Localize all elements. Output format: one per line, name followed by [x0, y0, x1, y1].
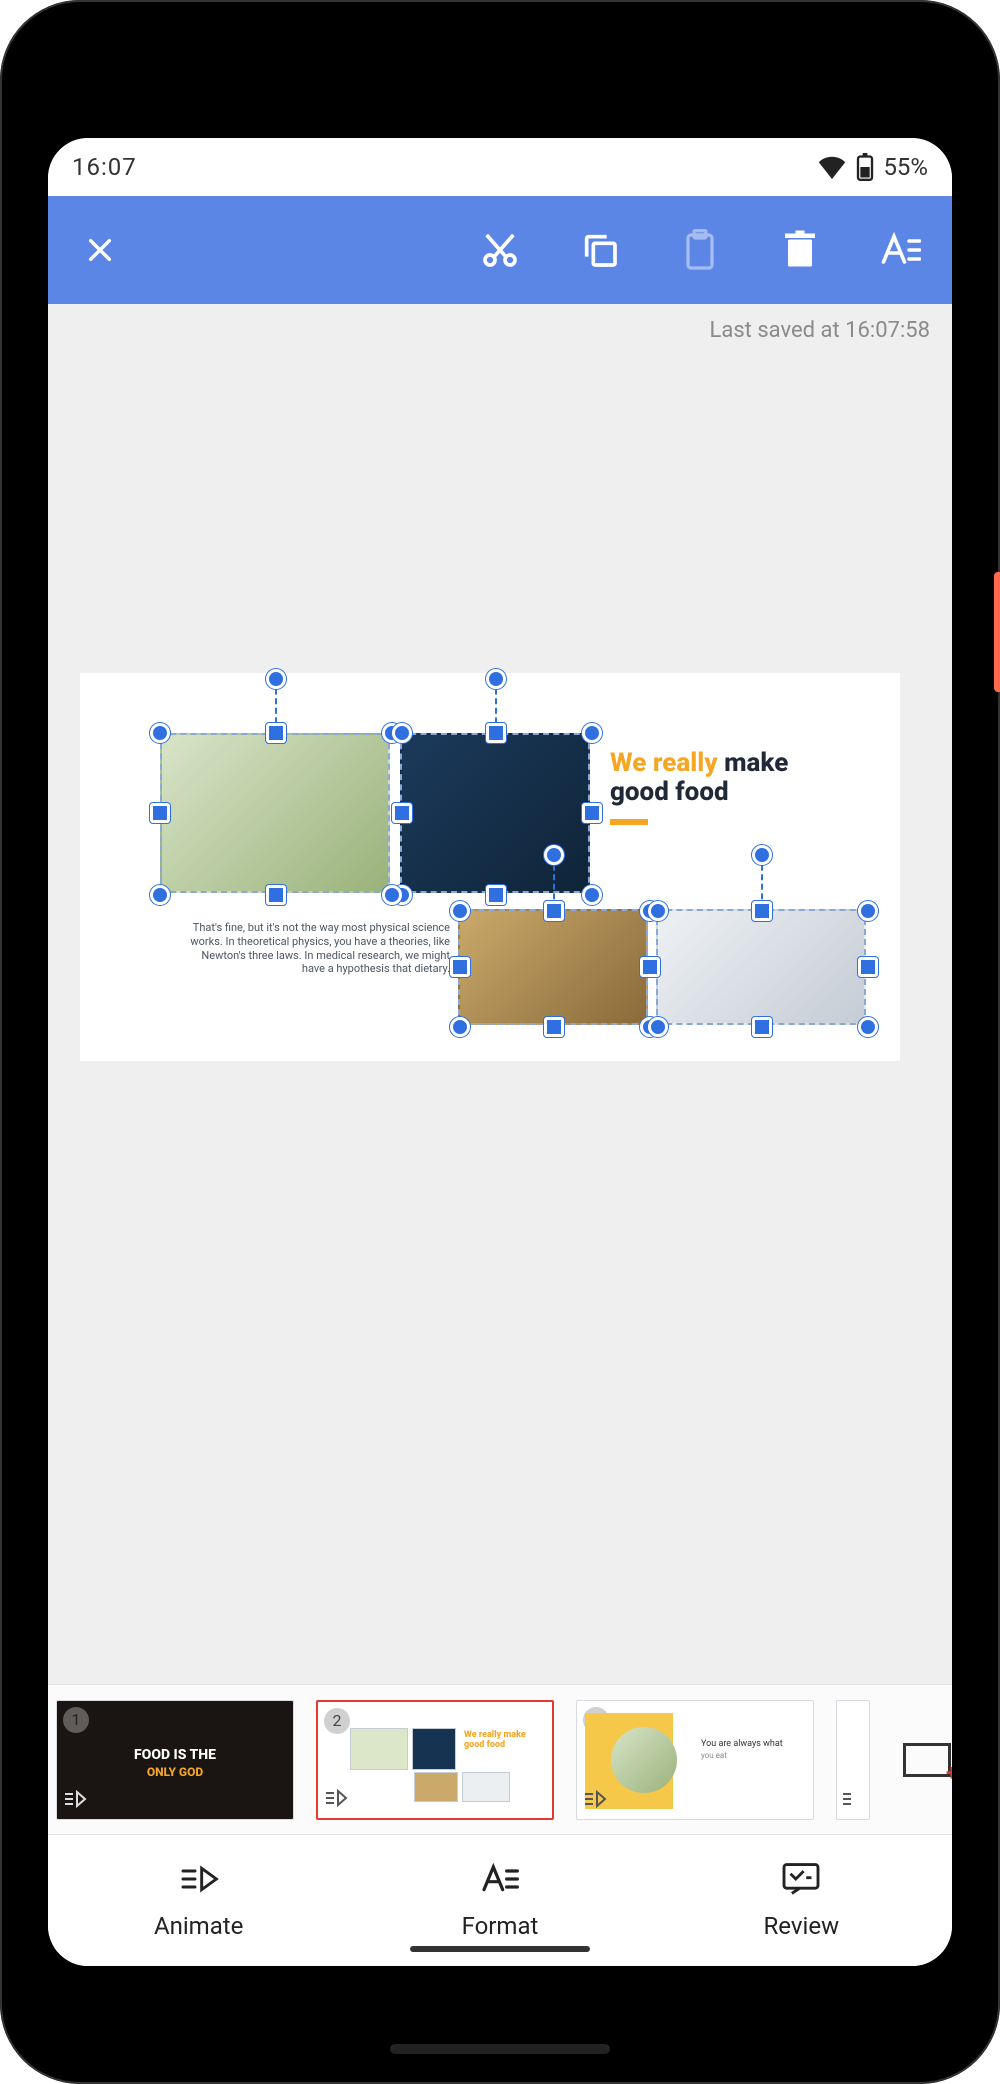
- thumb-number: 2: [324, 1708, 350, 1734]
- rotation-handle[interactable]: [266, 669, 286, 689]
- power-button-accent: [994, 572, 1000, 692]
- animate-icon: [179, 1862, 219, 1902]
- resize-handle[interactable]: [266, 723, 286, 743]
- format-label: Format: [462, 1912, 539, 1940]
- editor-toolbar: [48, 196, 952, 304]
- slide-image-4[interactable]: [656, 909, 866, 1025]
- text-format-button[interactable]: [878, 228, 922, 272]
- thumb-circle-image: [611, 1727, 677, 1793]
- slide-thumb-1[interactable]: 1 FOOD IS THE ONLY GOD: [56, 1700, 294, 1820]
- device-frame: 16:07 55%: [0, 0, 1000, 2084]
- slide-image-1[interactable]: [160, 733, 390, 893]
- animation-indicator-icon: [63, 1789, 87, 1813]
- thumb-headline: We really make good food: [464, 1730, 526, 1750]
- wifi-icon: [817, 155, 847, 179]
- speaker-grille-bottom: [390, 2044, 610, 2054]
- format-icon: [480, 1862, 520, 1902]
- battery-percent: 55%: [883, 153, 928, 181]
- cut-button[interactable]: [478, 228, 522, 272]
- slide-image-3[interactable]: [458, 909, 648, 1025]
- resize-handle[interactable]: [450, 901, 470, 921]
- resize-handle[interactable]: [382, 885, 402, 905]
- headline-rest-1: make: [724, 748, 788, 778]
- resize-handle[interactable]: [858, 1017, 878, 1037]
- animation-indicator-icon: [841, 1789, 865, 1813]
- paste-button[interactable]: [678, 228, 722, 272]
- resize-handle[interactable]: [392, 803, 412, 823]
- screen: 16:07 55%: [48, 138, 952, 1966]
- resize-handle[interactable]: [450, 957, 470, 977]
- new-slide-button[interactable]: [892, 1700, 952, 1820]
- review-label: Review: [764, 1912, 840, 1940]
- delete-button[interactable]: [778, 228, 822, 272]
- review-icon: [781, 1862, 821, 1902]
- resize-handle[interactable]: [544, 1017, 564, 1037]
- rotation-handle[interactable]: [752, 845, 772, 865]
- slide-headline[interactable]: We really make good food: [610, 749, 788, 806]
- resize-handle[interactable]: [486, 723, 506, 743]
- close-button[interactable]: [78, 228, 122, 272]
- resize-handle[interactable]: [752, 901, 772, 921]
- resize-handle[interactable]: [648, 901, 668, 921]
- copy-button[interactable]: [578, 228, 622, 272]
- resize-handle[interactable]: [858, 901, 878, 921]
- slide-image-2[interactable]: [400, 733, 590, 893]
- slide-body-text[interactable]: That's fine, but it's not the way most p…: [180, 921, 450, 976]
- battery-icon: [855, 153, 875, 181]
- resize-handle[interactable]: [582, 803, 602, 823]
- slide-thumb-4-partial[interactable]: [836, 1700, 870, 1820]
- animation-indicator-icon: [324, 1788, 348, 1812]
- rotation-handle[interactable]: [544, 845, 564, 865]
- animation-indicator-icon: [583, 1789, 607, 1813]
- resize-handle[interactable]: [266, 885, 286, 905]
- thumb-mini-image: [412, 1728, 456, 1770]
- slide-thumb-3[interactable]: 3 You are always what you eat: [576, 1700, 814, 1820]
- resize-handle[interactable]: [150, 723, 170, 743]
- current-slide[interactable]: We really make good food That's fine, bu…: [80, 673, 900, 1061]
- headline-accent: We really: [610, 748, 718, 778]
- animate-tab[interactable]: Animate: [48, 1835, 349, 1966]
- resize-handle[interactable]: [544, 901, 564, 921]
- headline-rest-2: good food: [610, 777, 729, 807]
- resize-handle[interactable]: [752, 1017, 772, 1037]
- review-tab[interactable]: Review: [651, 1835, 952, 1966]
- home-indicator[interactable]: [410, 1946, 590, 1952]
- resize-handle[interactable]: [640, 957, 660, 977]
- animate-label: Animate: [154, 1912, 243, 1940]
- slide-canvas[interactable]: We really make good food That's fine, bu…: [48, 343, 952, 1684]
- status-time: 16:07: [72, 153, 817, 181]
- thumb-subtext: you eat: [701, 1751, 727, 1760]
- resize-handle[interactable]: [582, 885, 602, 905]
- headline-underline: [610, 819, 648, 825]
- slide-thumb-2[interactable]: 2 We really make good food: [316, 1700, 554, 1820]
- thumb-number: 1: [63, 1707, 89, 1733]
- resize-handle[interactable]: [858, 957, 878, 977]
- last-saved-label: Last saved at 16:07:58: [48, 304, 952, 343]
- status-bar: 16:07 55%: [48, 138, 952, 196]
- slide-thumbnail-strip[interactable]: 1 FOOD IS THE ONLY GOD 2 We really mak: [48, 1684, 952, 1834]
- thumb-text: You are always what: [701, 1739, 783, 1749]
- thumb-title: FOOD IS THE: [57, 1747, 293, 1763]
- rotation-handle[interactable]: [486, 669, 506, 689]
- thumb-mini-image: [462, 1772, 510, 1802]
- thumb-mini-image: [350, 1728, 408, 1770]
- resize-handle[interactable]: [392, 723, 412, 743]
- resize-handle[interactable]: [582, 723, 602, 743]
- resize-handle[interactable]: [150, 885, 170, 905]
- resize-handle[interactable]: [150, 803, 170, 823]
- thumb-subtitle: ONLY GOD: [57, 1765, 293, 1779]
- resize-handle[interactable]: [648, 1017, 668, 1037]
- new-slide-icon: [903, 1743, 951, 1777]
- resize-handle[interactable]: [486, 885, 506, 905]
- thumb-mini-image: [414, 1772, 458, 1802]
- resize-handle[interactable]: [450, 1017, 470, 1037]
